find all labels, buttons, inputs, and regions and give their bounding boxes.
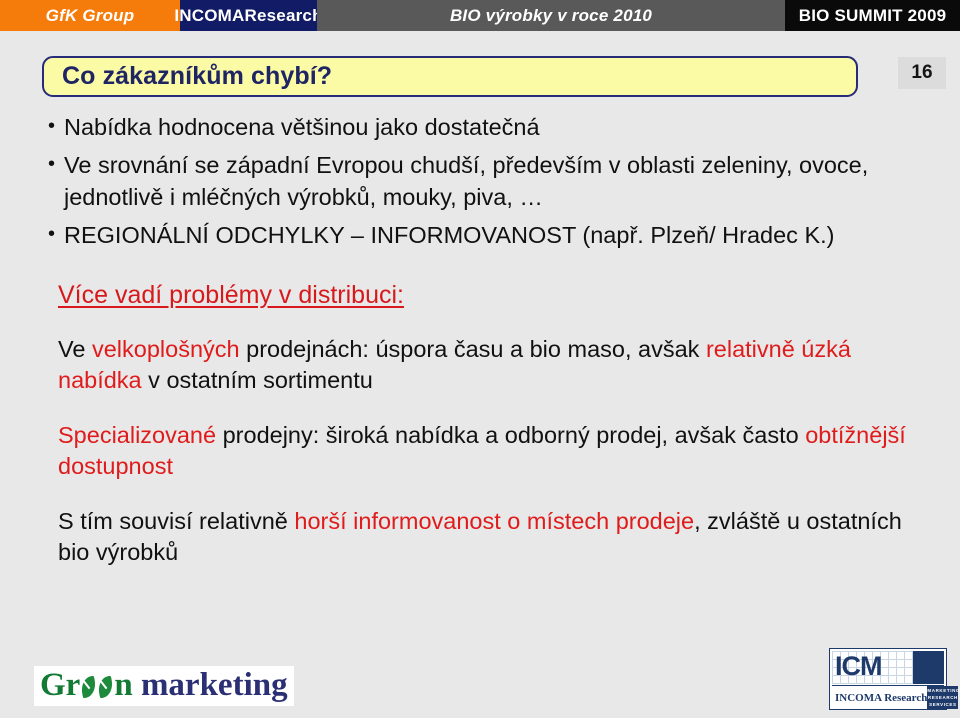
page-title: Co zákazníkům chybí? xyxy=(62,62,333,90)
slide-body: Nabídka hodnocena většinou jako dostateč… xyxy=(0,112,960,581)
green-marketing-text-end: n xyxy=(114,667,133,704)
services-line-services: SERVICES xyxy=(929,701,957,707)
slide-title-box: Co zákazníkům chybí? xyxy=(42,56,858,97)
slide-number-badge: 16 xyxy=(898,57,946,89)
list-item: Ve srovnání se západní Evropou chudší, p… xyxy=(48,150,920,213)
incoma-logo-name: INCOMA Research xyxy=(835,691,928,704)
header-event-label: BIO SUMMIT 2009 xyxy=(798,5,947,25)
text-run-normal: v ostatním sortimentu xyxy=(141,366,373,393)
paragraph-awareness: S tím souvisí relativně horší informovan… xyxy=(0,506,960,569)
incoma-logo-navy-block xyxy=(913,651,944,684)
slide-number-value: 16 xyxy=(911,62,933,83)
services-line-marketing: MARKETING xyxy=(927,688,960,693)
header-gfk-group-label: GfK Group xyxy=(45,5,135,25)
incoma-logo-name-area: INCOMA Research MARKETING RESEARCH SERVI… xyxy=(832,685,959,709)
header-presentation-title: BIO výrobky v roce 2010 xyxy=(449,5,653,25)
header-incoma-label: INCOMA xyxy=(174,5,245,25)
text-run-highlight: velkoplošných xyxy=(91,335,240,362)
paragraph-specialized-stores: Specializované prodejny: široká nabídka … xyxy=(0,420,960,483)
header-gfk-group-segment: GfK Group xyxy=(0,0,180,31)
leaf-icon xyxy=(97,675,114,699)
header-event-segment: BIO SUMMIT 2009 xyxy=(785,0,960,31)
leaf-icon xyxy=(80,675,97,699)
header-presentation-title-segment: BIO výrobky v roce 2010 xyxy=(317,0,785,31)
distribution-section-heading: Více vadí problémy v distribuci: xyxy=(0,281,960,310)
incoma-logo-services: MARKETING RESEARCH SERVICES xyxy=(927,686,960,709)
incoma-logo-grid: ICM xyxy=(832,651,913,684)
text-run-highlight: Specializované xyxy=(58,421,217,448)
slide-header-band: GfK Group INCOMA Research BIO výrobky v … xyxy=(0,0,960,31)
paragraph-large-format-stores: Ve velkoplošných prodejnách: úspora času… xyxy=(0,334,960,397)
list-item: REGIONÁLNÍ ODCHYLKY – INFORMOVANOST (nap… xyxy=(48,220,920,251)
header-incoma-research-segment: INCOMA Research xyxy=(174,0,322,31)
text-run-normal: prodejny: široká nabídka a odborný prode… xyxy=(216,421,806,448)
services-line-research: RESEARCH xyxy=(927,694,958,700)
bullet-list: Nabídka hodnocena většinou jako dostateč… xyxy=(0,112,960,251)
text-run-highlight: horší informovanost o místech prodeje xyxy=(294,507,695,534)
incoma-logo-mark-area: ICM xyxy=(832,651,944,684)
incoma-research-logo: ICM INCOMA Research MARKETING RESEARCH S… xyxy=(829,648,959,710)
text-run-normal: Ve xyxy=(58,335,92,362)
green-marketing-word-marketing: marketing xyxy=(140,667,288,704)
header-research-label: Research xyxy=(244,5,323,25)
green-marketing-logo: Gr n marketing xyxy=(34,666,294,706)
icm-monogram-text: ICM xyxy=(835,651,882,681)
text-run-normal: S tím souvisí relativně xyxy=(58,507,295,534)
section-heading-text: Více vadí problémy v distribuci: xyxy=(58,281,404,309)
list-item: Nabídka hodnocena většinou jako dostateč… xyxy=(48,112,920,143)
green-marketing-text-start: Gr xyxy=(40,667,81,704)
text-run-normal: prodejnách: úspora času a bio maso, avša… xyxy=(239,335,706,362)
